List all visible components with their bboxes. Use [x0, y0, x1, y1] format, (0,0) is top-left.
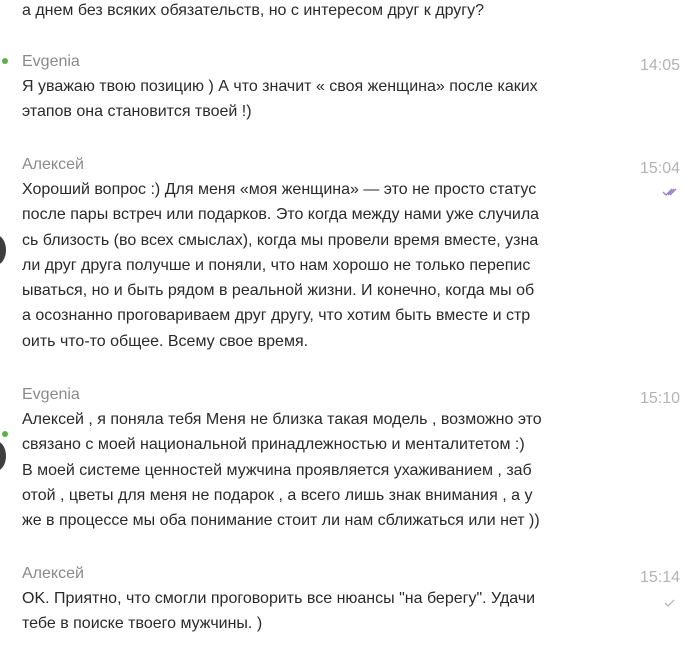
message-line: отой , цветы для меня не подарок , а все…: [22, 486, 533, 504]
message-author[interactable]: Evgenia: [22, 385, 80, 405]
message-text: Алексей , я поняла тебя Меня не близка т…: [22, 407, 612, 533]
online-indicator: [2, 431, 8, 437]
message-line: Я уважаю твою позицию ) А что значит « с…: [22, 78, 538, 95]
message-line: этапов она становится твоей !): [22, 103, 252, 121]
message-line: Алексей , я поняла тебя Меня не близка т…: [22, 411, 542, 428]
message-line: связано с моей национальной принадлежнос…: [22, 436, 525, 454]
message-line: ываться, но и быть рядом в реальной жизн…: [22, 282, 535, 300]
message-line: тебе в поиске твоего мужчины. ): [22, 615, 263, 633]
avatar[interactable]: [0, 441, 6, 471]
previous-message-tail: а днем без всяких обязательств, но с инт…: [22, 0, 612, 23]
message-time: 15:10: [639, 390, 680, 407]
message-line: сь близость (во всех смыслах), когда мы …: [22, 231, 539, 249]
message-line: OK. Приятно, что смогли проговорить все …: [22, 590, 536, 607]
message-line: В моей системе ценностей мужчина проявля…: [22, 461, 532, 479]
online-indicator: [2, 58, 8, 64]
message-line: после пары встреч или подарков. Это когд…: [22, 206, 540, 224]
sent-check-icon: [664, 599, 675, 607]
message-line: Хороший вопрос :) Для меня «моя женщина»…: [22, 181, 537, 198]
message-time: 15:14: [639, 569, 680, 586]
message-text: OK. Приятно, что смогли проговорить все …: [22, 586, 612, 637]
message-author[interactable]: Evgenia: [22, 52, 80, 72]
message-text: Я уважаю твою позицию ) А что значит « с…: [22, 74, 612, 125]
message-text: Хороший вопрос :) Для меня «моя женщина»…: [22, 177, 612, 354]
chat-history[interactable]: а днем без всяких обязательств, но с инт…: [0, 0, 700, 671]
message-line: ли друг друга получше и поняли, что нам …: [22, 256, 531, 274]
message-time: 15:04: [639, 160, 680, 177]
message-author[interactable]: Алексей: [22, 564, 84, 584]
message-line: а осознанно проговариваем друг другу, чт…: [22, 307, 531, 325]
avatar[interactable]: [0, 235, 6, 265]
message-line: а днем без всяких обязательств, но с инт…: [22, 2, 485, 19]
message-author[interactable]: Алексей: [22, 155, 84, 175]
read-receipt-double-check-icon: [662, 188, 677, 196]
message-line: же в процессе мы оба понимание стоит ли …: [22, 512, 540, 530]
message-line: оить что-то общее. Всему свое время.: [22, 332, 309, 350]
message-time: 14:05: [639, 57, 680, 74]
